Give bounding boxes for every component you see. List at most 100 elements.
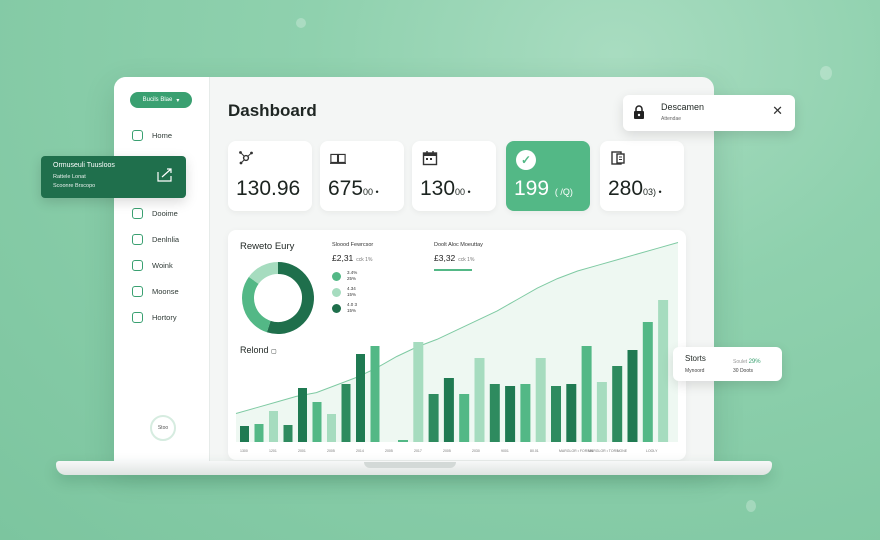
x-tick-label: 2005: [385, 449, 393, 453]
export-icon: [157, 168, 173, 187]
sidebar-item-hortory[interactable]: Hortory: [132, 310, 177, 324]
sidebar-item-denlnlia[interactable]: Denlnlia: [132, 232, 179, 246]
mail-icon: [132, 285, 143, 297]
chart-bar: [398, 440, 408, 442]
stats-popup-label: Mynoord: [685, 368, 705, 374]
sidebar-item-label: Denlnlia: [152, 234, 180, 244]
stats-popup-prefix: Soulet 29%: [733, 359, 761, 365]
floating-card-title: Ormuseuli Tuusloos: [53, 162, 115, 169]
sidebar-toggle-button[interactable]: Stoo: [150, 415, 176, 441]
stat-value: 67500 •: [328, 177, 379, 200]
chart-bar: [535, 358, 546, 442]
sidebar-item-dooime[interactable]: Dooime: [132, 206, 178, 220]
sidebar-item-label: Hortory: [152, 312, 177, 322]
chart-bar: [312, 402, 322, 442]
grid-icon: [132, 207, 143, 219]
book-icon: [330, 150, 346, 166]
chart-panel: Reweto Eury Sloood Fewrcsor £2,31 cck 1% …: [228, 230, 686, 460]
chart-bar: [489, 384, 500, 442]
floating-info-card[interactable]: Ormuseuli Tuusloos Rattele Lonat Scoonre…: [41, 156, 186, 198]
x-tick-label: 80.01: [530, 449, 539, 453]
sidebar: Bucils Blae ▾ Home Dooime Denlnlia Woink…: [114, 77, 210, 465]
document-icon: [610, 150, 626, 166]
x-tick-label: 2014: [356, 449, 364, 453]
chart-bar: [520, 384, 531, 442]
stat-value: 13000 •: [420, 177, 471, 200]
background-sparkle: [746, 500, 756, 512]
chart-bar: [566, 384, 577, 442]
check-icon: ✓: [516, 150, 536, 170]
chart-bar: [612, 366, 623, 442]
stat-card[interactable]: 28003) •: [600, 141, 684, 211]
x-tick-label: 2005: [443, 449, 451, 453]
chart-bar: [298, 388, 307, 442]
brand-button[interactable]: Bucils Blae ▾: [130, 92, 192, 108]
x-tick-label: 9001: [501, 449, 509, 453]
chart-bar: [505, 386, 516, 442]
floating-card-line: Scoonre Brscopo: [53, 183, 96, 189]
chart-bar: [283, 425, 293, 442]
x-tick-label: MARGLOR • TORS: [588, 449, 619, 453]
x-tick-label: 2005: [327, 449, 335, 453]
brand-label: Bucils Blae: [142, 97, 173, 103]
stats-popup-title: Storts: [685, 354, 706, 363]
background-sparkle: [296, 18, 306, 28]
chart-bar: [341, 384, 351, 442]
chart-bar: [658, 300, 669, 442]
stats-popup-value: 30 Doots: [733, 368, 754, 374]
sidebar-item-moonse[interactable]: Moonse: [132, 284, 179, 298]
chart-bar: [642, 322, 653, 442]
chart-bar: [627, 350, 638, 442]
bar-chart: 1300 1201 2001 2005 2014 2005 2017 2005 2030 9001…: [235, 242, 679, 453]
x-tick-label: 2001: [298, 449, 306, 453]
chart-bar: [327, 414, 336, 442]
x-tick-label: 2017: [414, 449, 422, 453]
sidebar-toggle-label: Stoo: [157, 425, 169, 431]
chevron-down-icon: ▾: [176, 97, 180, 104]
stat-card[interactable]: 13000 •: [412, 141, 496, 211]
notification-card[interactable]: Descamen Attendae ✕: [623, 95, 795, 131]
sidebar-item-woink[interactable]: Woink: [132, 258, 173, 272]
x-tick-label: 1201: [269, 449, 277, 453]
lock-icon: [633, 105, 645, 119]
notification-subtitle: Attendae: [661, 116, 682, 122]
sidebar-item-label: Woink: [152, 260, 173, 270]
chart-bar: [254, 424, 264, 442]
chart-bar: [459, 394, 470, 442]
background-sparkle: [820, 66, 832, 80]
chart-bar: [413, 342, 424, 442]
folder-icon: [132, 233, 143, 245]
chart-bar: [269, 411, 278, 442]
x-tick-label: LOOLY: [646, 449, 658, 453]
notification-title: Descamen: [661, 102, 705, 112]
stat-value: 28003) •: [608, 177, 662, 200]
floating-card-line: Rattele Lonat: [53, 174, 86, 180]
history-icon: [132, 311, 143, 323]
briefcase-icon: [132, 259, 143, 271]
home-icon: [132, 129, 143, 141]
chart-bar: [370, 346, 380, 442]
chart-bar: [356, 354, 365, 442]
stat-card[interactable]: 67500 •: [320, 141, 404, 211]
x-tick-label: 2030: [472, 449, 480, 453]
sidebar-item-label: Home: [152, 130, 173, 140]
stat-card-active[interactable]: ✓ 199 ( /Q): [506, 141, 590, 211]
chart-bar: [551, 386, 561, 442]
chart-bar: [581, 346, 592, 442]
chart-bar: [240, 426, 249, 442]
stat-value: 130.96: [236, 177, 301, 200]
calendar-icon: [422, 150, 438, 166]
chart-bar: [428, 394, 439, 442]
chart-bar: [474, 358, 485, 442]
laptop-screen: Bucils Blae ▾ Home Dooime Denlnlia Woink…: [114, 77, 714, 465]
x-tick-label: 1300: [240, 449, 248, 453]
chart-bar: [596, 382, 607, 442]
stats-popup[interactable]: Storts Mynoord Soulet 29% 30 Doots: [673, 347, 782, 381]
sidebar-item-label: Dooime: [152, 208, 178, 218]
page-title: Dashboard: [228, 101, 317, 120]
sidebar-item-home[interactable]: Home: [132, 128, 172, 142]
x-tick-label: NONE: [617, 449, 628, 453]
close-icon[interactable]: ✕: [772, 104, 783, 118]
stat-card[interactable]: 130.96: [228, 141, 312, 211]
chart-bar: [443, 378, 454, 442]
